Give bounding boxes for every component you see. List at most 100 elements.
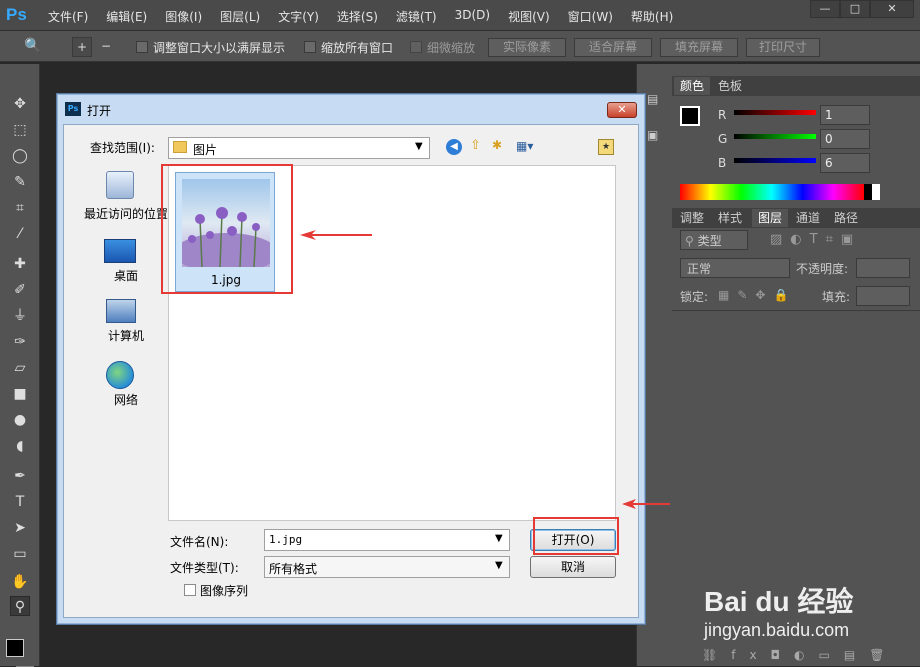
ps-dialog-icon: Ps [65, 102, 81, 116]
look-in-select[interactable]: 图片 ▼ [168, 137, 430, 159]
restore-button[interactable]: □ [840, 0, 870, 18]
eraser-tool-icon[interactable]: ▱ [10, 358, 30, 378]
filename-value: 1.jpg [269, 533, 303, 546]
scrubby-zoom-checkbox[interactable] [410, 41, 422, 53]
cancel-button[interactable]: 取消 [530, 556, 616, 578]
menu-edit[interactable]: 编辑(E) [106, 8, 147, 25]
menu-window[interactable]: 窗口(W) [568, 8, 613, 25]
zoom-in-icon[interactable]: + [72, 37, 92, 57]
opacity-label: 不透明度: [796, 262, 849, 276]
zoom-out-icon[interactable]: − [96, 37, 116, 57]
dialog-titlebar: Ps 打开 ✕ [57, 94, 645, 124]
foreground-color-swatch[interactable] [6, 639, 24, 657]
hand-tool-icon[interactable]: ✋ [10, 572, 30, 592]
minimize-button[interactable]: — [810, 0, 840, 18]
place-network[interactable]: 网络 [76, 359, 162, 421]
fill-label: 填充: [822, 290, 851, 304]
opacity-field[interactable] [856, 258, 910, 278]
view-menu-icon[interactable]: ▦▾ [516, 139, 542, 155]
menu-3d[interactable]: 3D(D) [455, 8, 490, 25]
foreground-color-chip[interactable] [680, 106, 700, 126]
marquee-tool-icon[interactable]: ⬚ [10, 120, 30, 140]
filename-input[interactable]: 1.jpg ▼ [264, 529, 510, 551]
folder-icon [173, 141, 187, 153]
close-button[interactable]: ✕ [870, 0, 914, 18]
blend-mode-select[interactable]: 正常 [680, 258, 790, 278]
color-spectrum[interactable] [680, 184, 880, 200]
look-in-value: 图片 [193, 143, 218, 157]
resize-window-checkbox[interactable] [136, 41, 148, 53]
b-value-field[interactable]: 6 [820, 153, 870, 173]
fill-screen-button[interactable]: 填充屏幕 [660, 38, 738, 57]
dodge-tool-icon[interactable]: ◖ [10, 436, 30, 456]
stamp-tool-icon[interactable]: ⏚ [10, 306, 30, 326]
place-recent[interactable]: 最近访问的位置 [76, 167, 168, 237]
g-value-field[interactable]: 0 [820, 129, 870, 149]
resize-window-label: 调整窗口大小以满屏显示 [153, 41, 286, 55]
healing-brush-icon[interactable]: ✚ [10, 254, 30, 274]
eyedropper-tool-icon[interactable]: ⁄ [10, 224, 30, 244]
menu-help[interactable]: 帮助(H) [631, 8, 673, 25]
r-slider[interactable] [734, 110, 816, 115]
shape-tool-icon[interactable]: ▭ [10, 544, 30, 564]
up-folder-icon[interactable]: ⇧ [470, 138, 486, 154]
menu-select[interactable]: 选择(S) [337, 8, 378, 25]
tab-styles[interactable]: 样式 [712, 209, 748, 227]
dialog-close-button[interactable]: ✕ [607, 102, 637, 118]
color-panel-tabs: 颜色 色板 [672, 76, 920, 96]
history-brush-icon[interactable]: ✑ [10, 332, 30, 352]
gradient-tool-icon[interactable]: ■ [10, 384, 30, 404]
filetype-label: 文件类型(T): [170, 561, 239, 575]
tab-swatches[interactable]: 色板 [712, 77, 748, 95]
layer-filter-icons[interactable]: ▨◐T⌗▣ [770, 232, 861, 247]
menu-layer[interactable]: 图层(L) [220, 8, 260, 25]
zoom-tool-preset-icon[interactable]: 🔍 [24, 38, 46, 56]
history-panel-icon[interactable]: ▤ [647, 92, 663, 108]
type-tool-icon[interactable]: T [10, 492, 30, 512]
b-label: B [718, 156, 727, 170]
fill-field[interactable] [856, 286, 910, 306]
image-sequence-checkbox[interactable] [184, 584, 196, 596]
move-tool-icon[interactable]: ✥ [10, 94, 30, 114]
tab-adjustments[interactable]: 调整 [674, 209, 710, 227]
lock-icons[interactable]: ▦✎✥🔒 [718, 288, 796, 302]
desktop-icon [104, 239, 136, 263]
tab-channels[interactable]: 通道 [790, 209, 826, 227]
dialog-body: 查找范围(I): 图片 ▼ ◀ ⇧ ✱ ▦▾ ★ 最近访问的位置 桌面 计算机 … [63, 124, 639, 618]
fit-screen-button[interactable]: 适合屏幕 [574, 38, 652, 57]
print-size-button[interactable]: 打印尺寸 [746, 38, 820, 57]
actual-pixels-button[interactable]: 实际像素 [488, 38, 566, 57]
b-slider[interactable] [734, 158, 816, 163]
crop-tool-icon[interactable]: ⌗ [10, 198, 30, 218]
blur-tool-icon[interactable]: ● [10, 410, 30, 430]
g-label: G [718, 132, 728, 146]
menu-image[interactable]: 图像(I) [165, 8, 202, 25]
place-computer[interactable]: 计算机 [76, 297, 162, 359]
path-select-tool-icon[interactable]: ➤ [10, 518, 30, 538]
properties-panel-icon[interactable]: ▣ [647, 128, 663, 144]
scrubby-zoom-label: 细微缩放 [427, 41, 476, 55]
g-slider[interactable] [734, 134, 816, 139]
menu-type[interactable]: 文字(Y) [278, 8, 319, 25]
r-label: R [718, 108, 727, 122]
brush-tool-icon[interactable]: ✐ [10, 280, 30, 300]
tab-color[interactable]: 颜色 [674, 77, 711, 95]
filetype-select[interactable]: 所有格式 ▼ [264, 556, 510, 578]
quick-select-tool-icon[interactable]: ✎ [10, 172, 30, 192]
open-dialog: Ps 打开 ✕ 查找范围(I): 图片 ▼ ◀ ⇧ ✱ ▦▾ ★ 最近访问的位置… [56, 93, 646, 625]
tab-layers[interactable]: 图层 [752, 209, 789, 227]
menu-view[interactable]: 视图(V) [508, 8, 550, 25]
new-folder-icon[interactable]: ✱ [492, 138, 508, 154]
favorite-folder-icon[interactable]: ★ [598, 139, 614, 155]
lasso-tool-icon[interactable]: ◯ [10, 146, 30, 166]
back-icon[interactable]: ◀ [446, 139, 462, 155]
layer-kind-filter[interactable]: ⚲ 类型 [680, 230, 748, 250]
tab-paths[interactable]: 路径 [828, 209, 864, 227]
menu-file[interactable]: 文件(F) [48, 8, 88, 25]
zoom-tool-icon[interactable]: ⚲ [10, 596, 30, 616]
place-desktop[interactable]: 桌面 [76, 237, 162, 297]
menu-filter[interactable]: 滤镜(T) [396, 8, 437, 25]
pen-tool-icon[interactable]: ✒ [10, 466, 30, 486]
zoom-all-checkbox[interactable] [304, 41, 316, 53]
r-value-field[interactable]: 1 [820, 105, 870, 125]
